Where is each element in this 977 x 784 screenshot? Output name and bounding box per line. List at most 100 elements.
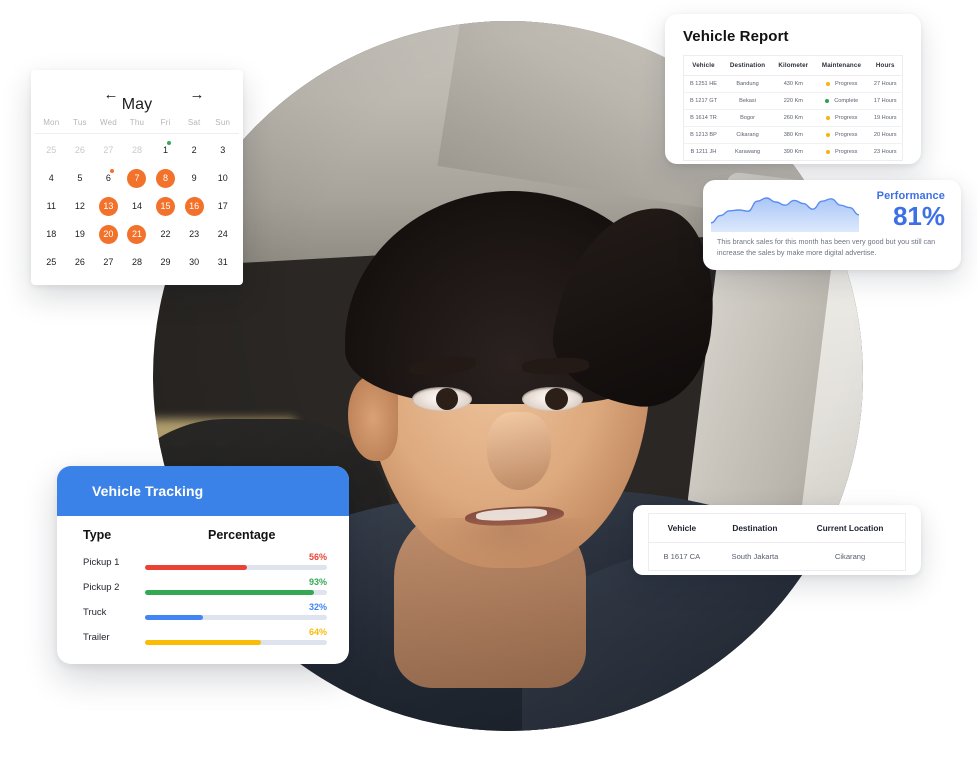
calendar-day[interactable]: 5 [66, 164, 95, 192]
calendar-day[interactable]: 25 [37, 136, 66, 164]
cell-hours: 23 Hours [873, 149, 897, 155]
calendar-day[interactable]: 28 [123, 136, 152, 164]
status-badge: Progress [835, 81, 858, 87]
vehicle-tracking-body: Type Percentage Pickup 1 56% Pickup 2 93% Tr… [57, 516, 349, 645]
vehicle-tracking-column-headers: Type Percentage [83, 528, 327, 542]
cell-destination: Bekasi [722, 92, 773, 110]
calendar-day[interactable]: 16 [180, 192, 209, 220]
calendar-day-number: 8 [156, 168, 176, 188]
calendar-day[interactable]: 17 [208, 192, 237, 220]
status-dot-icon [825, 132, 831, 138]
calendar-day[interactable]: 24 [208, 220, 237, 248]
column-header-kilometer: Kilometer [772, 55, 815, 76]
column-header-vehicle: Vehicle [683, 55, 723, 76]
calendar-day[interactable]: 20 [94, 220, 123, 248]
calendar-day-number: 28 [131, 257, 142, 267]
calendar-day-number: 17 [217, 201, 228, 211]
table-row[interactable]: B 1217 GT Bekasi 220 Km Complete 17 Hours [683, 92, 903, 110]
calendar-day[interactable]: 31 [208, 248, 237, 276]
calendar-day[interactable]: 21 [123, 220, 152, 248]
column-header-vehicle: Vehicle [648, 513, 715, 543]
calendar-day-number: 21 [127, 224, 147, 244]
calendar-day[interactable]: 26 [66, 248, 95, 276]
cell-vehicle: B 1617 CA [663, 552, 701, 561]
vehicle-tracking-rows: Pickup 1 56% Pickup 2 93% Truck 32% Trailer 64% [83, 552, 327, 645]
cell-maintenance: Progress [814, 75, 869, 93]
calendar-day[interactable]: 19 [66, 220, 95, 248]
column-header-maintenance: Maintenance [814, 55, 869, 76]
calendar-day[interactable]: 15 [151, 192, 180, 220]
status-badge: Progress [835, 115, 858, 121]
calendar-day[interactable]: 8 [151, 164, 180, 192]
calendar-day[interactable]: 29 [151, 248, 180, 276]
vehicle-tracking-title: Vehicle Tracking [92, 483, 204, 499]
tracking-percentage-label: 93% [308, 577, 327, 587]
calendar-day[interactable]: 7 [123, 164, 152, 192]
calendar-day-number: 27 [103, 257, 114, 267]
calendar-day-number: 9 [191, 173, 197, 183]
calendar-day[interactable]: 13 [94, 192, 123, 220]
column-header-percentage: Percentage [208, 528, 276, 542]
performance-area-chart [711, 197, 859, 232]
table-row[interactable]: B 1213 BP Cikarang 380 Km Progress 20 Hours [683, 126, 903, 144]
calendar-day[interactable]: 27 [94, 248, 123, 276]
calendar-day[interactable]: 4 [37, 164, 66, 192]
calendar-day[interactable]: 9 [180, 164, 209, 192]
calendar-day[interactable]: 25 [37, 248, 66, 276]
status-dot-icon [825, 149, 831, 155]
cell-hours: 20 Hours [868, 126, 903, 144]
cell-maintenance: Complete [814, 92, 869, 110]
table-row[interactable]: B 1251 HE Bandung 430 Km Progress 27 Hours [683, 75, 903, 93]
table-row[interactable]: B 1617 CA South Jakarta Cikarang [649, 543, 906, 571]
calendar-day-number: 22 [160, 229, 171, 239]
cell-destination: Cikarang [722, 126, 773, 144]
calendar-day[interactable]: 12 [66, 192, 95, 220]
calendar-day-number: 14 [131, 201, 142, 211]
calendar-day-number: 26 [74, 145, 85, 155]
calendar-day[interactable]: 22 [151, 220, 180, 248]
calendar-day[interactable]: 26 [66, 136, 95, 164]
tracking-bar-fill [145, 565, 247, 570]
tracking-percentage-label: 32% [308, 602, 327, 612]
calendar-day-number: 11 [46, 201, 56, 211]
calendar-day-number: 28 [131, 145, 142, 155]
status-badge: Progress [835, 132, 858, 138]
calendar-day[interactable]: 14 [123, 192, 152, 220]
calendar-day-number: 13 [98, 196, 118, 216]
calendar-day-number: 6 [105, 173, 111, 183]
calendar-day[interactable]: 11 [37, 192, 66, 220]
calendar-day[interactable]: 23 [180, 220, 209, 248]
calendar-day[interactable]: 18 [37, 220, 66, 248]
calendar-day-number: 1 [163, 145, 169, 155]
status-dot-icon [825, 81, 831, 87]
calendar-day[interactable]: 27 [94, 136, 123, 164]
tracking-type-label: Pickup 2 [83, 581, 120, 593]
calendar-day[interactable]: 1 [151, 136, 180, 164]
status-dot-icon [825, 115, 831, 121]
table-row[interactable]: B 1211 JH Karawang 390 Km Progress 23 Hours [684, 144, 903, 161]
tracking-bar-fill [145, 590, 315, 595]
column-header-hours: Hours [868, 55, 903, 76]
calendar-day[interactable]: 28 [123, 248, 152, 276]
calendar-day[interactable]: 10 [208, 164, 237, 192]
calendar-day[interactable]: 2 [180, 136, 209, 164]
tracking-bar-fill [145, 640, 262, 645]
tracking-percentage-label: 64% [308, 627, 327, 637]
calendar-day-number: 25 [46, 145, 57, 155]
calendar-day-number: 10 [217, 173, 228, 183]
calendar-day[interactable]: 3 [208, 136, 237, 164]
cell-destination: Bogor [722, 109, 773, 127]
cell-vehicle: B 1217 GT [683, 92, 723, 110]
calendar-day-number: 15 [156, 196, 176, 216]
table-header-row: Vehicle Destination Current Location [648, 513, 906, 543]
calendar-day[interactable]: 30 [180, 248, 209, 276]
tracking-type-label: Trailer [83, 631, 110, 643]
cell-hours: 27 Hours [868, 75, 903, 93]
table-header-row: Vehicle Destination Kilometer Maintenance Ho… [683, 55, 903, 76]
tracking-percentage-label: 56% [308, 552, 327, 562]
calendar-day-number: 18 [46, 229, 57, 239]
table-row[interactable]: B 1614 TR Bogor 260 Km Progress 19 Hours [683, 109, 903, 127]
calendar-day[interactable]: 6 [94, 164, 123, 192]
status-dot-icon [824, 98, 830, 104]
cell-kilometer: 260 Km [772, 109, 815, 127]
